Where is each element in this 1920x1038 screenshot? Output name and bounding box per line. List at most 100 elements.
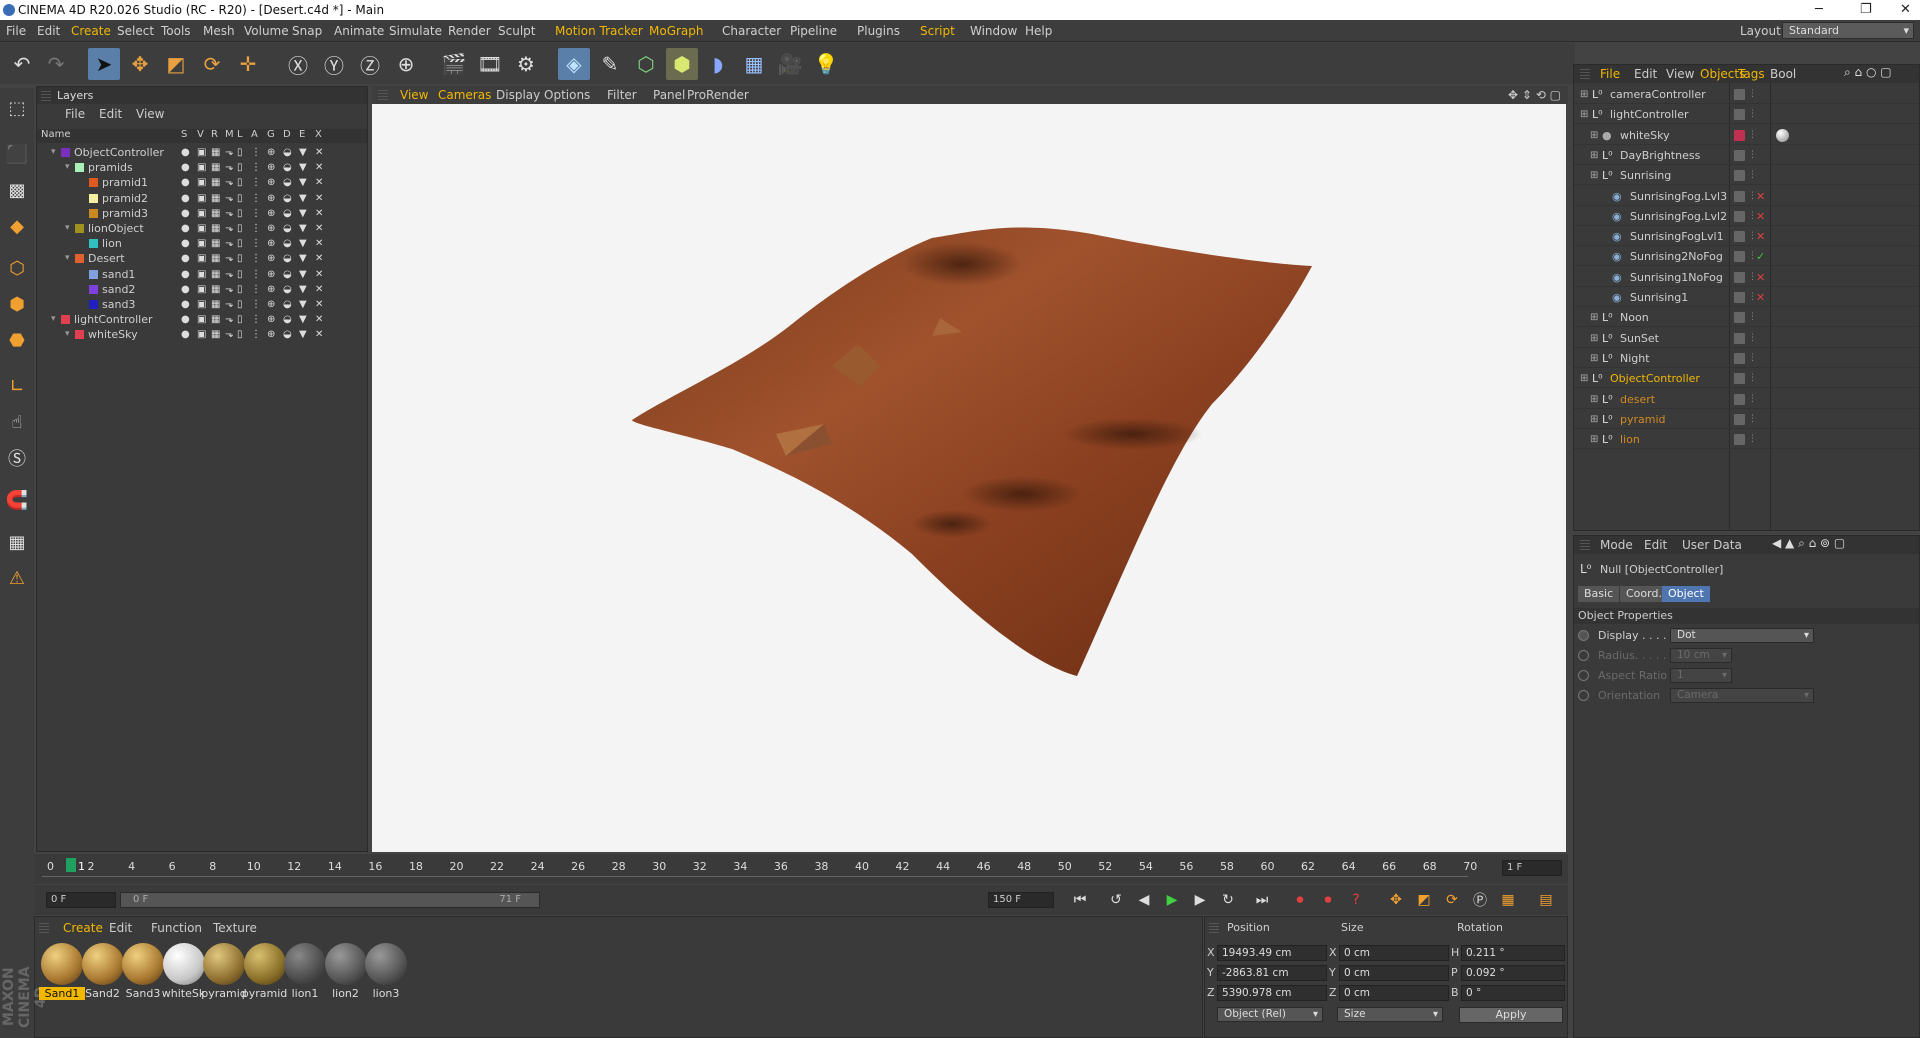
layer-row[interactable]: ▾ lionObject ● ▣ ▦ ⬎ ▯ ⋮ ⊕ ◒ ▼ ✕ [37,221,367,236]
menu-volume[interactable]: Volume [244,24,289,38]
layer-toggle-a-icon[interactable]: ⋮ [251,267,261,282]
layer-toggle-v-icon[interactable]: ▣ [197,221,206,236]
layer-toggle-v-icon[interactable]: ▣ [197,251,206,266]
layer-toggle-d-icon[interactable]: ◒ [283,282,292,297]
menu-file[interactable]: File [6,24,26,38]
layer-toggle-r-icon[interactable]: ▦ [211,221,220,236]
layer-row[interactable]: pramid3 ● ▣ ▦ ⬎ ▯ ⋮ ⊕ ◒ ▼ ✕ [37,206,367,221]
undo-button[interactable]: ↶ [6,48,38,80]
tweak-mode-icon[interactable]: ☝ [3,408,31,436]
cube-primitive-button[interactable]: ◈ [558,48,590,80]
layer-toggle-r-icon[interactable]: ▦ [211,160,220,175]
layer-toggle-e-icon[interactable]: ▼ [299,312,307,327]
layer-color-tag-icon[interactable] [1734,190,1745,202]
layer-toggle-r-icon[interactable]: ▦ [211,267,220,282]
menu-help[interactable]: Help [1025,24,1052,38]
layer-toggle-s-icon[interactable]: ● [181,221,190,236]
edges-mode-icon[interactable]: ⬢ [3,290,31,318]
go-to-start-icon[interactable]: ⏮ [1068,888,1092,912]
layer-row[interactable]: ▾ whiteSky ● ▣ ▦ ⬎ ▯ ⋮ ⊕ ◒ ▼ ✕ [37,327,367,342]
objects-menu-edit[interactable]: Edit [1634,67,1657,81]
layer-toggle-x-icon[interactable]: ✕ [315,312,323,327]
visibility-dots-icon[interactable]: ⋮ [1748,105,1757,124]
tab-coord[interactable]: Coord. [1620,586,1668,602]
material-menu-function[interactable]: Function [151,921,202,935]
layers-column-v[interactable]: V [197,129,204,140]
visibility-dots-icon[interactable]: ⋮ [1748,146,1757,165]
layer-toggle-d-icon[interactable]: ◒ [283,175,292,190]
viewport-menu-prorender[interactable]: ProRender [687,88,749,102]
menu-motion-tracker[interactable]: Motion Tracker [555,24,643,38]
layer-toggle-a-icon[interactable]: ⋮ [251,221,261,236]
layer-color-tag-icon[interactable] [1734,210,1745,222]
record-point-level-icon[interactable]: ▦ [1496,888,1520,912]
layer-toggle-x-icon[interactable]: ✕ [315,206,323,221]
layer-toggle-d-icon[interactable]: ◒ [283,221,292,236]
layer-toggle-a-icon[interactable]: ⋮ [251,312,261,327]
layer-color-tag-icon[interactable] [1734,271,1745,283]
layer-toggle-m-icon[interactable]: ⬎ [225,312,233,327]
property-select[interactable]: Dot [1670,628,1814,643]
expand-plus-icon[interactable]: ⊞ [1590,166,1598,185]
layer-toggle-m-icon[interactable]: ⬎ [225,327,233,342]
layer-toggle-d-icon[interactable]: ◒ [283,267,292,282]
menu-tools[interactable]: Tools [161,24,191,38]
material-swatch[interactable]: lion3 [363,943,409,1000]
layer-color-swatch[interactable] [89,239,98,249]
layers-column-r[interactable]: R [211,129,218,140]
layer-toggle-s-icon[interactable]: ● [181,282,190,297]
layer-toggle-x-icon[interactable]: ✕ [315,160,323,175]
layer-row[interactable]: sand2 ● ▣ ▦ ⬎ ▯ ⋮ ⊕ ◒ ▼ ✕ [37,282,367,297]
expand-plus-icon[interactable]: ⊞ [1590,390,1598,409]
layer-toggle-e-icon[interactable]: ▼ [299,297,307,312]
layer-color-swatch[interactable] [61,148,70,157]
layer-toggle-a-icon[interactable]: ⋮ [251,251,261,266]
layer-toggle-g-icon[interactable]: ⊕ [267,206,275,221]
scale-tool-button[interactable]: ◩ [160,48,192,80]
close-icon[interactable]: ✕ [1900,0,1911,20]
layer-toggle-x-icon[interactable]: ✕ [315,327,323,342]
workplane-lock-icon[interactable]: ▦ [3,528,31,556]
layers-column-e[interactable]: E [299,129,305,140]
layer-toggle-r-icon[interactable]: ▦ [211,191,220,206]
object-row[interactable]: ◉ Sunrising1 ⋮ ✕ [1574,288,1919,307]
layer-toggle-l-icon[interactable]: ▯ [237,160,243,175]
attribute-menu-mode[interactable]: Mode [1600,538,1633,552]
layer-toggle-l-icon[interactable]: ▯ [237,236,243,251]
record-scale-icon[interactable]: ◩ [1412,888,1436,912]
layer-color-tag-icon[interactable] [1734,251,1745,263]
layer-color-tag-icon[interactable] [1734,434,1745,446]
layer-color-swatch[interactable] [89,300,98,309]
record-parameter-icon[interactable]: Ⓟ [1468,888,1492,912]
material-swatch[interactable]: Sand3 [120,943,166,1000]
viewport-menu-filter[interactable]: Filter [607,88,637,102]
layer-toggle-a-icon[interactable]: ⋮ [251,327,261,342]
current-frame-field[interactable]: 1 F [1502,860,1562,876]
layer-toggle-v-icon[interactable]: ▣ [197,312,206,327]
attribute-nav-icons[interactable]: ◀ ▲ ⌕ ⌂ ⊚ ▢ [1772,536,1845,551]
layer-toggle-g-icon[interactable]: ⊕ [267,236,275,251]
layer-toggle-e-icon[interactable]: ▼ [299,267,307,282]
disabled-x-icon[interactable]: ✕ [1756,187,1765,206]
layer-toggle-x-icon[interactable]: ✕ [315,282,323,297]
previous-key-icon[interactable]: ↺ [1104,888,1128,912]
layer-toggle-a-icon[interactable]: ⋮ [251,297,261,312]
visibility-dots-icon[interactable]: ⋮ [1748,308,1757,327]
material-menu-edit[interactable]: Edit [109,921,132,935]
layer-toggle-e-icon[interactable]: ▼ [299,236,307,251]
layer-toggle-m-icon[interactable]: ⬎ [225,267,233,282]
layer-toggle-g-icon[interactable]: ⊕ [267,145,275,160]
layer-toggle-v-icon[interactable]: ▣ [197,267,206,282]
layer-toggle-m-icon[interactable]: ⬎ [225,175,233,190]
x-axis-lock-button[interactable]: Ⓧ [282,48,314,80]
layer-color-tag-icon[interactable] [1734,393,1745,405]
timeline-window-icon[interactable]: ▤ [1534,888,1558,912]
layer-toggle-m-icon[interactable]: ⬎ [225,297,233,312]
object-row[interactable]: ⊞ L⁰ DayBrightness ⋮ [1574,146,1919,165]
disabled-x-icon[interactable]: ✕ [1756,227,1765,246]
desert-terrain[interactable] [632,227,1312,676]
expand-arrow-icon[interactable]: ▾ [51,312,56,327]
object-row[interactable]: ⊞ L⁰ cameraController ⋮ [1574,85,1919,104]
enabled-check-icon[interactable]: ✓ [1756,247,1765,266]
layer-toggle-g-icon[interactable]: ⊕ [267,251,275,266]
